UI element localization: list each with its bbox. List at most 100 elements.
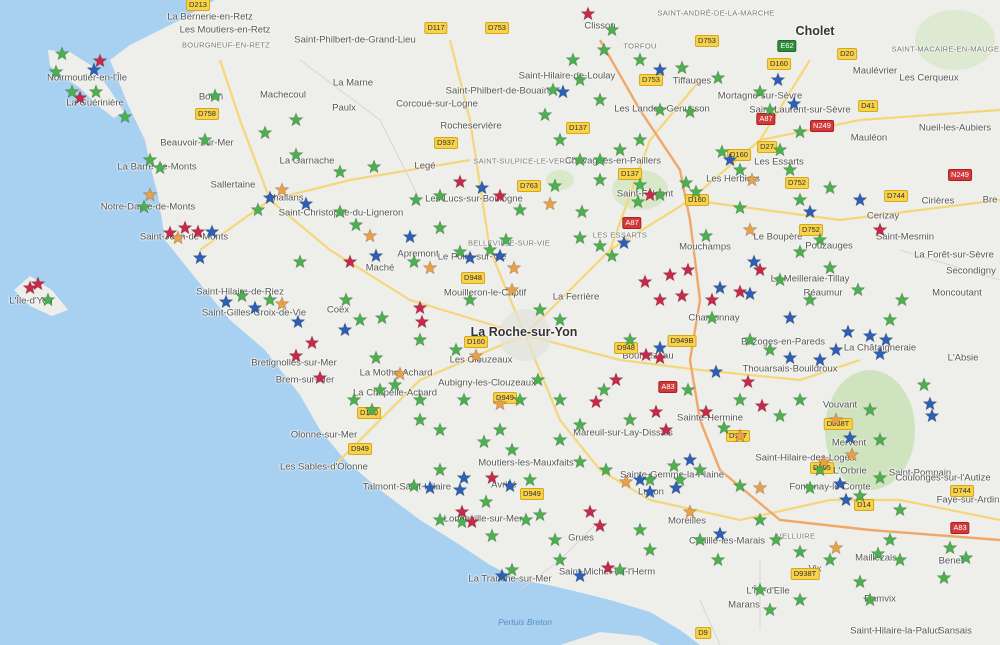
poi-star-marker-green[interactable] [412, 392, 428, 407]
poi-star-marker-green[interactable] [537, 107, 553, 122]
poi-star-marker-green[interactable] [136, 199, 152, 214]
poi-star-marker-orange[interactable] [742, 222, 758, 237]
poi-star-marker-green[interactable] [40, 292, 56, 307]
poi-star-marker-green[interactable] [572, 152, 588, 167]
poi-star-marker-red[interactable] [608, 372, 624, 387]
poi-star-marker-green[interactable] [262, 292, 278, 307]
poi-star-marker-green[interactable] [762, 102, 778, 117]
poi-star-marker-orange[interactable] [142, 187, 158, 202]
poi-star-marker-red[interactable] [412, 300, 428, 315]
poi-star-marker-green[interactable] [288, 112, 304, 127]
poi-star-marker-green[interactable] [332, 164, 348, 179]
poi-star-marker-green[interactable] [732, 200, 748, 215]
poi-star-marker-orange[interactable] [828, 412, 844, 427]
poi-star-marker-red[interactable] [414, 314, 430, 329]
poi-star-marker-green[interactable] [432, 512, 448, 527]
poi-star-marker-green[interactable] [412, 332, 428, 347]
poi-star-marker-green[interactable] [762, 342, 778, 357]
poi-star-marker-blue[interactable] [708, 364, 724, 379]
poi-star-marker-red[interactable] [637, 274, 653, 289]
poi-star-marker-red[interactable] [582, 504, 598, 519]
poi-star-marker-blue[interactable] [616, 235, 632, 250]
poi-star-marker-green[interactable] [142, 152, 158, 167]
poi-star-marker-orange[interactable] [506, 260, 522, 275]
poi-star-marker-red[interactable] [588, 394, 604, 409]
poi-star-marker-red[interactable] [288, 348, 304, 363]
poi-star-marker-green[interactable] [432, 188, 448, 203]
poi-star-marker-green[interactable] [710, 70, 726, 85]
poi-star-marker-green[interactable] [666, 458, 682, 473]
poi-star-marker-green[interactable] [572, 72, 588, 87]
poi-star-marker-green[interactable] [674, 60, 690, 75]
poi-star-marker-green[interactable] [547, 532, 563, 547]
poi-star-marker-green[interactable] [812, 232, 828, 247]
poi-star-marker-green[interactable] [592, 152, 608, 167]
poi-star-marker-green[interactable] [604, 22, 620, 37]
poi-star-marker-green[interactable] [448, 342, 464, 357]
poi-star-marker-red[interactable] [642, 187, 658, 202]
poi-star-marker-blue[interactable] [786, 96, 802, 111]
poi-star-marker-green[interactable] [512, 202, 528, 217]
poi-star-marker-green[interactable] [565, 52, 581, 67]
poi-star-marker-blue[interactable] [862, 328, 878, 343]
poi-star-marker-green[interactable] [894, 292, 910, 307]
poi-star-marker-green[interactable] [48, 64, 64, 79]
poi-star-marker-green[interactable] [772, 408, 788, 423]
poi-star-marker-blue[interactable] [852, 192, 868, 207]
poi-star-marker-green[interactable] [552, 432, 568, 447]
poi-star-marker-red[interactable] [872, 222, 888, 237]
poi-star-marker-green[interactable] [612, 562, 628, 577]
poi-star-marker-orange[interactable] [392, 366, 408, 381]
poi-star-marker-green[interactable] [374, 310, 390, 325]
poi-star-marker-green[interactable] [432, 220, 448, 235]
poi-star-marker-green[interactable] [642, 472, 658, 487]
poi-star-marker-green[interactable] [530, 372, 546, 387]
poi-star-marker-green[interactable] [346, 392, 362, 407]
poi-star-marker-orange[interactable] [492, 396, 508, 411]
poi-star-marker-green[interactable] [366, 159, 382, 174]
poi-star-marker-green[interactable] [822, 260, 838, 275]
map[interactable]: La Bernerie-en-Retz Les Moutiers-en-Retz… [0, 0, 1000, 645]
poi-star-marker-green[interactable] [768, 532, 784, 547]
poi-star-marker-blue[interactable] [298, 196, 314, 211]
poi-star-marker-green[interactable] [632, 132, 648, 147]
poi-star-marker-blue[interactable] [828, 342, 844, 357]
poi-star-marker-green[interactable] [862, 402, 878, 417]
poi-star-marker-green[interactable] [652, 102, 668, 117]
poi-star-marker-green[interactable] [792, 392, 808, 407]
poi-star-marker-green[interactable] [680, 382, 696, 397]
poi-star-marker-blue[interactable] [632, 472, 648, 487]
poi-star-marker-blue[interactable] [682, 452, 698, 467]
poi-star-marker-green[interactable] [732, 392, 748, 407]
poi-star-marker-red[interactable] [662, 267, 678, 282]
poi-star-marker-green[interactable] [752, 582, 768, 597]
poi-star-marker-green[interactable] [792, 244, 808, 259]
poi-star-marker-green[interactable] [850, 282, 866, 297]
poi-star-marker-green[interactable] [257, 125, 273, 140]
poi-star-marker-green[interactable] [476, 434, 492, 449]
poi-star-marker-orange[interactable] [752, 480, 768, 495]
poi-star-marker-green[interactable] [598, 462, 614, 477]
poi-star-marker-green[interactable] [596, 382, 612, 397]
poi-star-marker-green[interactable] [592, 238, 608, 253]
poi-star-marker-green[interactable] [572, 454, 588, 469]
poi-star-marker-red[interactable] [652, 292, 668, 307]
poi-star-marker-green[interactable] [792, 124, 808, 139]
poi-star-marker-red[interactable] [464, 514, 480, 529]
poi-star-marker-green[interactable] [882, 532, 898, 547]
poi-star-marker-green[interactable] [622, 412, 638, 427]
poi-star-marker-blue[interactable] [782, 310, 798, 325]
poi-star-marker-red[interactable] [484, 470, 500, 485]
poi-star-marker-green[interactable] [572, 230, 588, 245]
poi-star-marker-blue[interactable] [840, 324, 856, 339]
poi-star-marker-blue[interactable] [802, 204, 818, 219]
poi-star-marker-orange[interactable] [274, 296, 290, 311]
poi-star-marker-red[interactable] [704, 292, 720, 307]
poi-star-marker-green[interactable] [630, 194, 646, 209]
poi-star-marker-green[interactable] [698, 228, 714, 243]
poi-star-marker-green[interactable] [792, 592, 808, 607]
poi-star-marker-orange[interactable] [682, 504, 698, 519]
poi-star-marker-green[interactable] [958, 550, 974, 565]
poi-star-marker-green[interactable] [498, 232, 514, 247]
poi-star-marker-green[interactable] [552, 312, 568, 327]
